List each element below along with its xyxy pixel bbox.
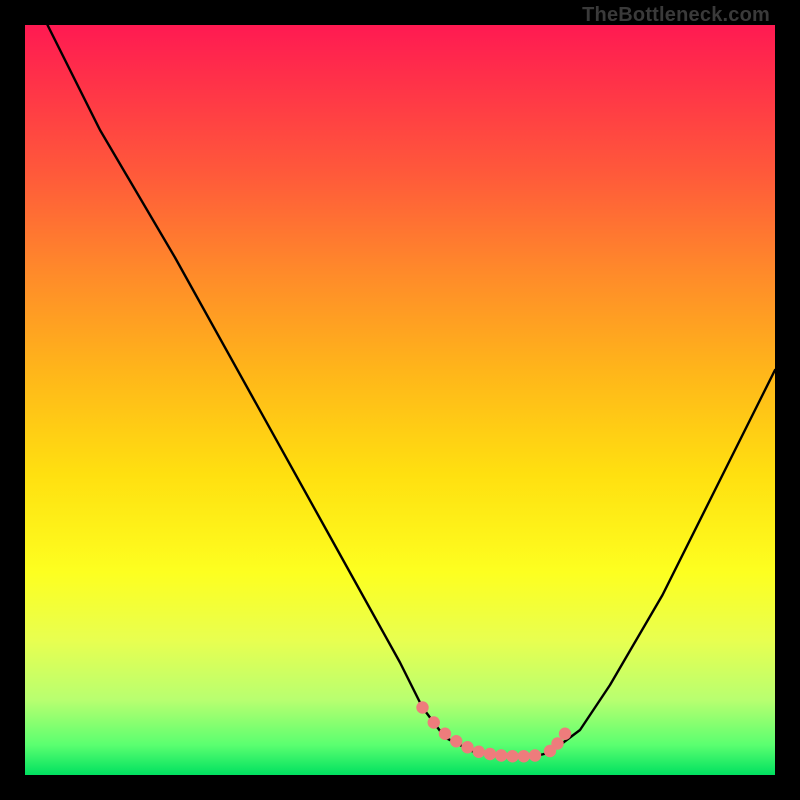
series-container — [48, 25, 776, 762]
recommended-range-dot — [416, 701, 428, 713]
recommended-range-dot — [559, 728, 571, 740]
recommended-range-dot — [428, 716, 440, 728]
chart-frame: TheBottleneck.com — [0, 0, 800, 800]
plot-area — [25, 25, 775, 775]
recommended-range-dot — [551, 737, 563, 749]
recommended-range-dot — [473, 746, 485, 758]
recommended-range-dot — [484, 748, 496, 760]
recommended-range-dot — [506, 750, 518, 762]
recommended-range-dot — [461, 741, 473, 753]
recommended-range-dot — [518, 750, 530, 762]
recommended-range-dot — [495, 749, 507, 761]
chart-svg — [25, 25, 775, 775]
recommended-range-dot — [439, 728, 451, 740]
recommended-range-dot — [529, 749, 541, 761]
attribution-text: TheBottleneck.com — [582, 4, 770, 27]
bottleneck-curve-path — [48, 25, 776, 756]
recommended-range-dot — [450, 735, 462, 747]
